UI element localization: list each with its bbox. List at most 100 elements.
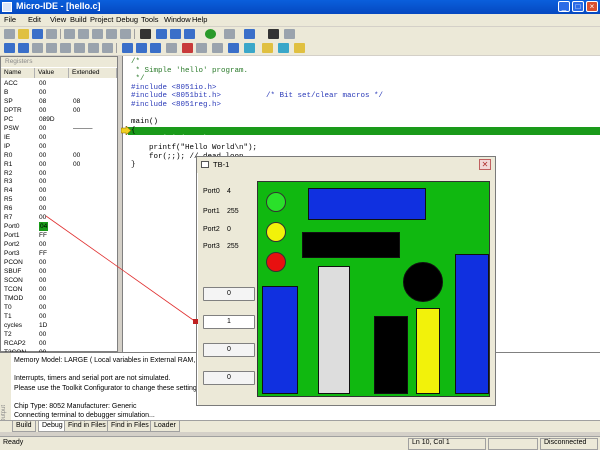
register-value[interactable]: 00 xyxy=(39,79,46,88)
register-row[interactable]: T2 00 xyxy=(1,330,117,339)
redo-icon[interactable] xyxy=(120,29,131,39)
column-header-extended[interactable]: Extended xyxy=(69,68,117,78)
register-row[interactable]: TCON 00 xyxy=(1,285,117,294)
register-value[interactable]: 00 xyxy=(39,195,46,204)
register-value[interactable]: 00 xyxy=(39,303,46,312)
watch-icon[interactable] xyxy=(46,43,57,53)
register-row[interactable]: R1 00 00 xyxy=(1,160,117,169)
register-row[interactable]: DPTR 00 00 xyxy=(1,106,117,115)
register-row[interactable]: PSW 00 ——— xyxy=(1,124,117,133)
minimize-button[interactable]: _ xyxy=(558,1,570,12)
code-line[interactable]: main() xyxy=(131,118,158,126)
breakpoint-icon[interactable] xyxy=(182,43,193,53)
code-line[interactable]: } xyxy=(131,161,136,169)
register-value[interactable]: 00 xyxy=(39,285,46,294)
paste-icon[interactable] xyxy=(92,29,103,39)
register-value[interactable]: 00 xyxy=(39,124,46,133)
tab-loader[interactable]: Loader xyxy=(150,421,180,432)
register-value[interactable]: 00 xyxy=(39,312,46,321)
reset-icon[interactable] xyxy=(212,43,223,53)
hand-icon[interactable] xyxy=(166,43,177,53)
register-row[interactable]: SBUF 00 xyxy=(1,267,117,276)
current-code-line[interactable]: serinit(9600); xyxy=(131,135,212,143)
chip-icon[interactable] xyxy=(244,43,255,53)
register-row[interactable]: T0 00 xyxy=(1,303,117,312)
register-row[interactable]: IP 00 xyxy=(1,142,117,151)
register-value[interactable]: 00 xyxy=(39,330,46,339)
code-line[interactable]: */ xyxy=(131,75,145,83)
maximize-button[interactable]: □ xyxy=(572,1,584,12)
register-value[interactable]: 00 xyxy=(39,177,46,186)
menu-window[interactable]: Window xyxy=(164,15,191,24)
register-row[interactable]: Port2 00 xyxy=(1,240,117,249)
register-row[interactable]: RCAP2 00 xyxy=(1,339,117,348)
register-value[interactable]: FF xyxy=(39,249,47,258)
register-value[interactable]: 00 xyxy=(39,213,46,222)
register-value[interactable]: 1D xyxy=(39,321,47,330)
register-value[interactable]: 00 xyxy=(39,294,46,303)
tab-debug[interactable]: Debug xyxy=(38,421,67,432)
menu-edit[interactable]: Edit xyxy=(28,15,41,24)
register-value[interactable]: 00 xyxy=(39,339,46,348)
run-to-cursor-icon[interactable] xyxy=(196,43,207,53)
register-value[interactable]: 00 xyxy=(39,267,46,276)
register-value[interactable]: 00 xyxy=(39,151,46,160)
register-value[interactable]: 00 xyxy=(39,240,46,249)
loader-icon[interactable] xyxy=(294,43,305,53)
menu-help[interactable]: Help xyxy=(192,15,207,24)
code-line[interactable]: /* xyxy=(131,58,140,66)
register-value[interactable]: 00 xyxy=(39,133,46,142)
register-row[interactable]: SP 08 08 xyxy=(1,97,117,106)
code-line[interactable]: * Simple 'hello' program. xyxy=(131,67,249,75)
peripherals-icon[interactable] xyxy=(102,43,113,53)
register-row[interactable]: R6 00 xyxy=(1,204,117,213)
rebuild-icon[interactable] xyxy=(184,29,195,39)
register-row[interactable]: B 00 xyxy=(1,88,117,97)
menu-debug[interactable]: Debug xyxy=(116,15,138,24)
window-icon[interactable] xyxy=(4,43,15,53)
terminal-icon[interactable] xyxy=(88,43,99,53)
port-toggle-button-4[interactable]: 0 xyxy=(203,371,255,385)
register-row[interactable]: Port1 FF xyxy=(1,231,117,240)
register-value[interactable]: 00 xyxy=(39,160,46,169)
register-value[interactable]: 00 xyxy=(39,106,46,115)
register-value[interactable]: 08 xyxy=(39,97,46,106)
save-icon[interactable] xyxy=(32,29,43,39)
dialog-close-button[interactable]: ✕ xyxy=(479,159,491,170)
port-toggle-button-2[interactable]: 1 xyxy=(203,315,255,329)
register-value[interactable]: 089D xyxy=(39,115,55,124)
register-value[interactable]: FF xyxy=(39,231,47,240)
open-folder-icon[interactable] xyxy=(18,29,29,39)
code-line[interactable]: printf("Hello World\n"); xyxy=(131,144,257,152)
tab-build[interactable]: Build xyxy=(12,421,36,432)
register-value[interactable]: 04 xyxy=(39,222,49,232)
register-row[interactable]: IE 00 xyxy=(1,133,117,142)
undo-icon[interactable] xyxy=(106,29,117,39)
build-icon[interactable] xyxy=(170,29,181,39)
register-row[interactable]: SCON 00 xyxy=(1,276,117,285)
help-icon[interactable] xyxy=(224,29,235,39)
register-row[interactable]: R0 00 00 xyxy=(1,151,117,160)
register-value[interactable]: 00 xyxy=(39,169,46,178)
stop-icon[interactable] xyxy=(228,43,239,53)
register-row[interactable]: R5 00 xyxy=(1,195,117,204)
register-row[interactable]: Port3 FF xyxy=(1,249,117,258)
register-value[interactable]: 00 xyxy=(39,186,46,195)
register-value[interactable]: 00 xyxy=(39,276,46,285)
settings-icon[interactable] xyxy=(244,29,255,39)
memory-icon[interactable] xyxy=(32,43,43,53)
save-all-icon[interactable] xyxy=(46,29,57,39)
code-line[interactable]: #include <8051bit.h> /* Bit set/clear ma… xyxy=(131,92,383,100)
new-file-icon[interactable] xyxy=(4,29,15,39)
register-value[interactable]: 00 xyxy=(39,204,46,213)
step-out-icon[interactable] xyxy=(150,43,161,53)
menu-file[interactable]: File xyxy=(4,15,16,24)
cut-icon[interactable] xyxy=(64,29,75,39)
step-into-icon[interactable] xyxy=(122,43,133,53)
port-toggle-button-1[interactable]: 0 xyxy=(203,287,255,301)
code-line[interactable]: { xyxy=(131,127,136,135)
register-row[interactable]: Port0 04 xyxy=(1,222,117,232)
register-row[interactable]: PC 089D xyxy=(1,115,117,124)
register-row[interactable]: PCON 00 xyxy=(1,258,117,267)
port-toggle-button-3[interactable]: 0 xyxy=(203,343,255,357)
